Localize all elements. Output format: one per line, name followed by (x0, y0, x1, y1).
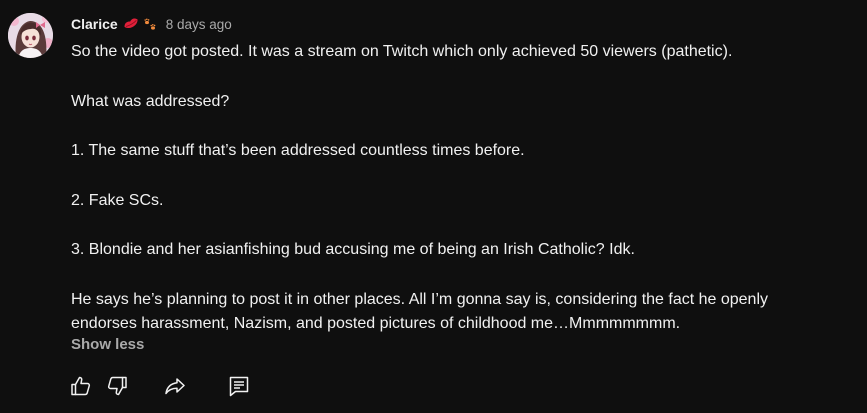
reply-comment-icon (229, 376, 249, 397)
thumbs-up-icon (71, 376, 91, 396)
reply-button[interactable] (227, 374, 251, 398)
like-button[interactable] (69, 374, 93, 398)
comment-text: So the video got posted. It was a stream… (71, 40, 863, 337)
dislike-button[interactable] (105, 374, 129, 398)
comment-paragraph: endorses harassment, Nazism, and posted … (71, 315, 681, 332)
author-name[interactable]: Clarice (71, 16, 118, 32)
show-less-button[interactable]: Show less (71, 336, 144, 353)
lips-icon (124, 18, 138, 29)
thumbs-down-icon (107, 376, 127, 396)
comment-paragraph: 3. Blondie and her asianfishing bud accu… (71, 241, 635, 258)
share-arrow-icon (165, 378, 185, 395)
comment-paragraph: What was addressed? (71, 92, 230, 110)
comment-paragraph: So the video got posted. It was a stream… (71, 43, 733, 60)
anime-avatar-icon (8, 13, 53, 58)
author-badges (123, 17, 157, 31)
comment-header: Clarice 8 days ago (71, 14, 232, 34)
paw-prints-icon (144, 18, 156, 30)
comment-paragraph: 1. The same stuff that’s been addressed … (71, 142, 525, 159)
comment-thread: Clarice 8 days ago So the video got post… (0, 0, 867, 413)
comment-timestamp[interactable]: 8 days ago (166, 17, 232, 32)
avatar[interactable] (8, 13, 53, 58)
comment-paragraph: 2. Fake SCs. (71, 191, 164, 209)
share-button[interactable] (163, 374, 187, 398)
comment-paragraph: He says he’s planning to post it in othe… (71, 290, 768, 308)
